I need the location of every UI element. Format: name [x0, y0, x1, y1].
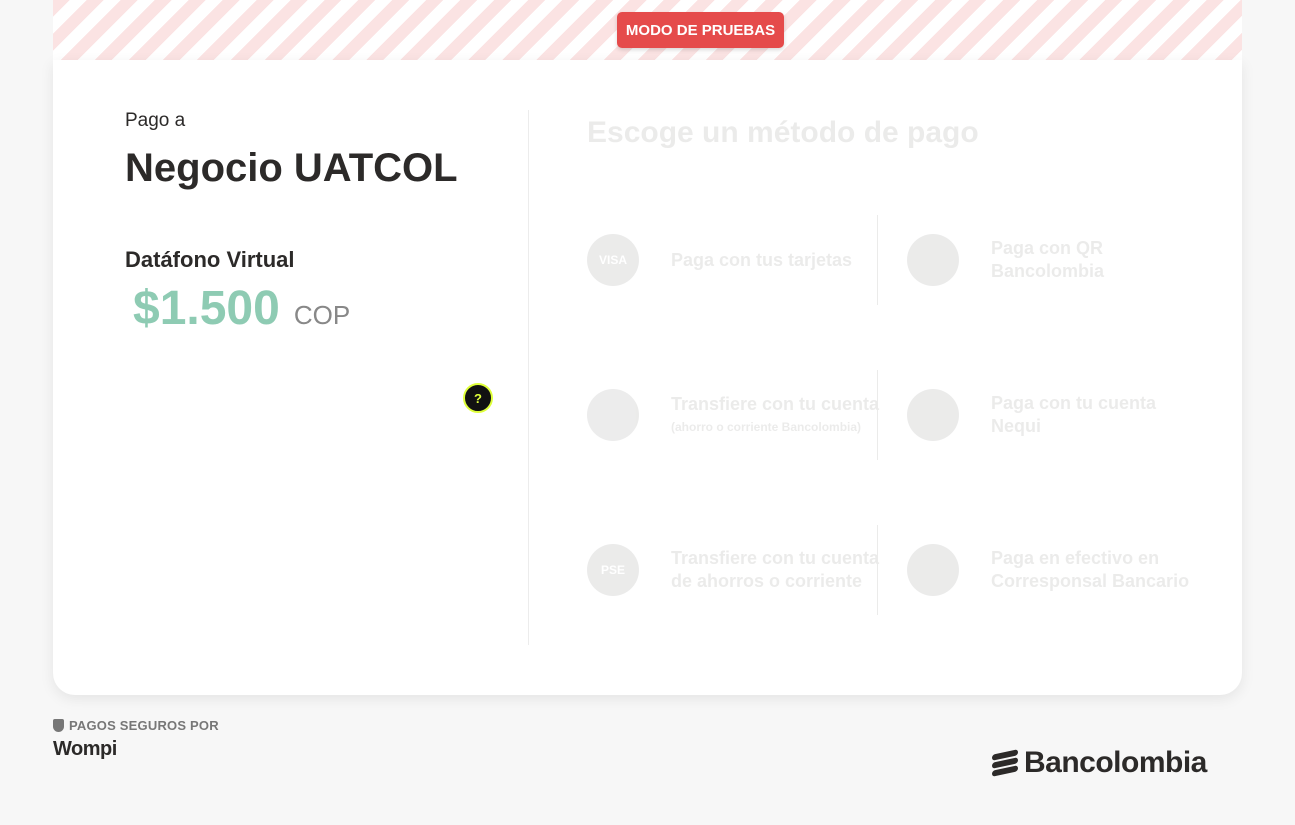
method-cash[interactable]: Paga en efectivo en Corresponsal Bancari…	[907, 510, 1207, 630]
wompi-logo: Wompi	[53, 738, 117, 760]
nequi-icon	[907, 389, 959, 441]
column-divider	[877, 370, 878, 460]
bancolombia-name: Bancolombia	[1024, 746, 1207, 779]
card-brands-icon: VISA	[587, 234, 639, 286]
method-label: Paga en efectivo en Corresponsal Bancari…	[991, 548, 1190, 591]
help-button[interactable]: ?	[463, 383, 493, 413]
method-sublabel: (ahorro o corriente Bancolombia)	[671, 419, 862, 434]
pse-icon: PSE	[587, 544, 639, 596]
method-label: Transfiere con tu cuenta	[671, 393, 880, 414]
secure-text: PAGOS SEGUROS POR	[69, 718, 219, 733]
checkout-card: Pago a Negocio UATCOL Datáfono Virtual $…	[53, 60, 1242, 695]
amount-row: $1.500 COP	[125, 281, 495, 336]
method-text: Transfiere con tu cuenta (ahorro o corri…	[671, 393, 879, 438]
bancolombia-logo-icon	[992, 749, 1018, 777]
method-label: Paga con tu cuenta Nequi	[991, 393, 1157, 436]
method-bancolombia-transfer[interactable]: Transfiere con tu cuenta (ahorro o corri…	[587, 355, 887, 475]
test-mode-badge: MODO DE PRUEBAS	[617, 12, 784, 48]
qr-icon	[907, 234, 959, 286]
method-label: Transfiere con tu cuenta de ahorros o co…	[671, 548, 880, 591]
column-divider	[877, 525, 878, 615]
pay-to-label: Pago a	[125, 110, 186, 131]
methods-grid: VISA Paga con tus tarjetas Paga con QR B…	[587, 200, 1207, 620]
method-nequi[interactable]: Paga con tu cuenta Nequi	[907, 355, 1207, 475]
payment-summary: Pago a Negocio UATCOL Datáfono Virtual $…	[125, 110, 495, 336]
bancolombia-logo: Bancolombia	[992, 746, 1207, 780]
method-qr[interactable]: Paga con QR Bancolombia	[907, 200, 1207, 320]
cash-icon	[907, 544, 959, 596]
currency-label: COP	[293, 300, 351, 330]
payment-methods-panel: Escoge un método de pago VISA Paga con t…	[587, 110, 1207, 620]
column-divider	[877, 215, 878, 305]
shield-icon	[53, 719, 64, 732]
bancolombia-icon	[587, 389, 639, 441]
vertical-divider	[528, 110, 529, 645]
methods-title: Escoge un método de pago	[587, 116, 979, 149]
secure-payments-label: PAGOS SEGUROS POR	[53, 718, 219, 733]
method-label: Paga con tus tarjetas	[671, 249, 853, 270]
method-pse[interactable]: PSE Transfiere con tu cuenta de ahorros …	[587, 510, 887, 630]
product-name: Datáfono Virtual	[125, 247, 295, 272]
merchant-name: Negocio UATCOL	[125, 146, 458, 190]
method-label: Paga con QR Bancolombia	[991, 238, 1105, 281]
amount-value: $1.500	[133, 282, 280, 335]
method-cards[interactable]: VISA Paga con tus tarjetas	[587, 200, 887, 320]
test-mode-banner: MODO DE PRUEBAS	[53, 0, 1242, 60]
